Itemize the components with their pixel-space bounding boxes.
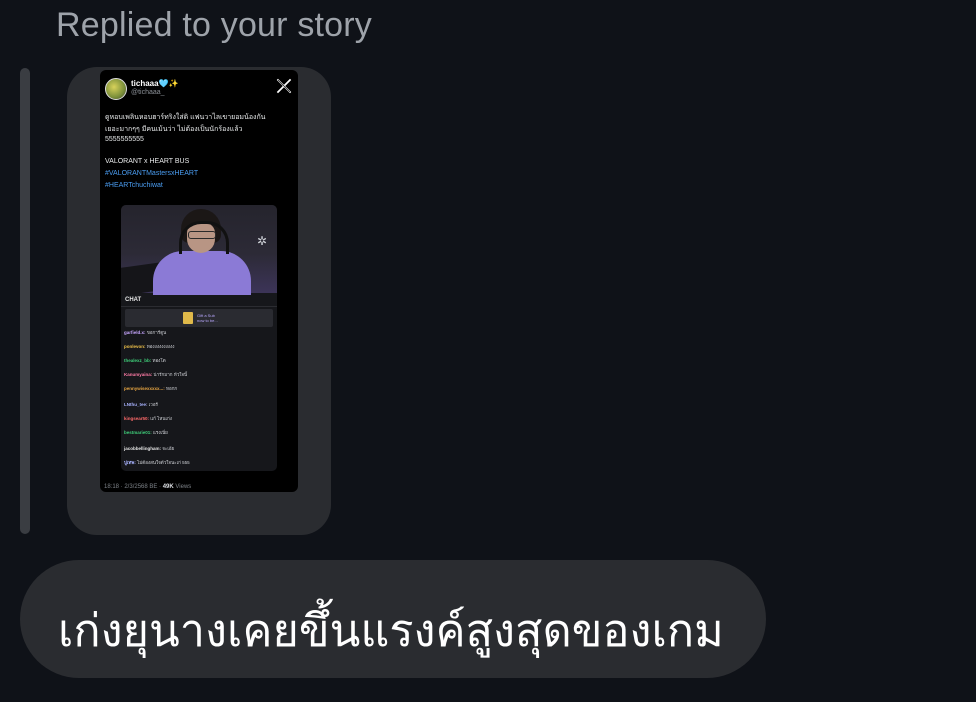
gift-sub-line: now to be... xyxy=(197,318,218,323)
chat-username: ปูเทพ: xyxy=(124,460,136,465)
chat-message-text: ขอการ์ตูน xyxy=(145,330,167,335)
chat-username: bestmarie01: xyxy=(124,430,152,435)
tweet-timestamp: 18:18 · 2/3/2568 BE · xyxy=(104,484,163,490)
replied-to-story-label: Replied to your story xyxy=(56,6,373,44)
chat-message-row: jacobbellingham: จะเอ้ย xyxy=(124,445,174,452)
x-logo-icon xyxy=(276,78,292,94)
tweet-views-count: 49K xyxy=(162,484,174,490)
chat-username: LNthu_tee: xyxy=(124,402,148,407)
reply-indicator-bar xyxy=(20,68,30,534)
chat-message-text: หอกก xyxy=(164,386,178,391)
tweet-footer: 18:18 · 2/3/2568 BE · 49K Views xyxy=(104,484,191,490)
chat-message-text: น่ารักมาก หัวใจนี้ xyxy=(152,372,188,377)
chat-username: pennywisexxxxx...: xyxy=(124,386,165,391)
stream-clip-thumbnail: ✲ CHAT Gift a Sub now to be... garfield.… xyxy=(121,205,277,471)
chat-message-text: ไม่ต้องสนใจตัวใจนะเก่ 555 xyxy=(135,460,190,465)
chat-message-row: Kanumyaina: น่ารักมาก หัวใจนี้ xyxy=(124,371,187,378)
chat-message-row: ปูเทพ: ไม่ต้องสนใจตัวใจนะเก่ 555 xyxy=(124,459,190,466)
message-text: เก่งยุนางเคยขึ้นแรงค์สูงสุดของเกม xyxy=(58,605,724,656)
tweet-display-name: tichaaa🩵✨ xyxy=(131,79,179,88)
tweet-views-label: Views xyxy=(173,484,192,490)
chat-username: ponlevon: xyxy=(124,344,146,349)
gift-sub-prompt: Gift a Sub now to be... xyxy=(125,309,273,327)
chat-message-text: แรงเนี่ย xyxy=(151,430,168,435)
tweet-text-line: ดูหอบเพลินหอบฮาร์ทริงใส่ดิ แฟนวาไลเขายอม… xyxy=(105,114,266,121)
chat-message-row: ponlevon: ทองงงงงงงงงง xyxy=(124,343,174,350)
tweet-text-line: 5555555555 xyxy=(105,136,144,143)
valorant-logo-icon: ✲ xyxy=(257,234,268,248)
chat-label: CHAT xyxy=(125,297,142,303)
message-bubble[interactable]: เก่งยุนางเคยขึ้นแรงค์สูงสุดของเกม xyxy=(20,560,766,678)
chat-message-text: แก้ ไหนเก่ง xyxy=(149,416,172,421)
stream-video-frame: ✲ xyxy=(121,205,277,296)
gift-icon xyxy=(183,312,193,324)
tweet-handle: @tichaaa_ xyxy=(131,89,165,96)
chat-message-row: pennywisexxxxx...: หอกก xyxy=(124,385,177,392)
chat-message-text: ทองงงงงงงงงง xyxy=(145,344,175,349)
chat-username: jacobbellingham: xyxy=(124,446,162,451)
chat-message-text: จะเอ้ย xyxy=(161,446,175,451)
story-screenshot[interactable]: tichaaa🩵✨ @tichaaa_ ดูหอบเพลินหอบฮาร์ทริ… xyxy=(100,70,298,492)
chat-message-row: thealexz_bb: ทองโต xyxy=(124,357,166,364)
chat-username: Kanumyaina: xyxy=(124,372,153,377)
chat-username: thealexz_bb: xyxy=(124,358,152,363)
chat-message-row: garfield.x: ขอการ์ตูน xyxy=(124,329,166,336)
tweet-text-line: เยอะมากๆๆ มีคนเม้นว่า ไม่ต้องเป็นนักร้อง… xyxy=(105,126,243,133)
chat-message-text: ทองโต xyxy=(151,358,166,363)
tweet-avatar xyxy=(105,78,127,100)
chat-message-row: kingsear50: แก้ ไหนเก่ง xyxy=(124,415,172,422)
chat-message-text: เวอร์ xyxy=(147,402,158,407)
chat-username: garfield.x: xyxy=(124,330,146,335)
chat-message-row: LNthu_tee: เวอร์ xyxy=(124,401,158,408)
chat-message-row: bestmarie01: แรงเนี่ย xyxy=(124,429,168,436)
tweet-hashtag: #HEARTchuchiwat xyxy=(105,182,163,189)
tweet-title-line: VALORANT x HEART BUS xyxy=(105,158,190,165)
chat-username: kingsear50: xyxy=(124,416,150,421)
tweet-hashtag: #VALORANTMastersxHEART xyxy=(105,170,199,177)
